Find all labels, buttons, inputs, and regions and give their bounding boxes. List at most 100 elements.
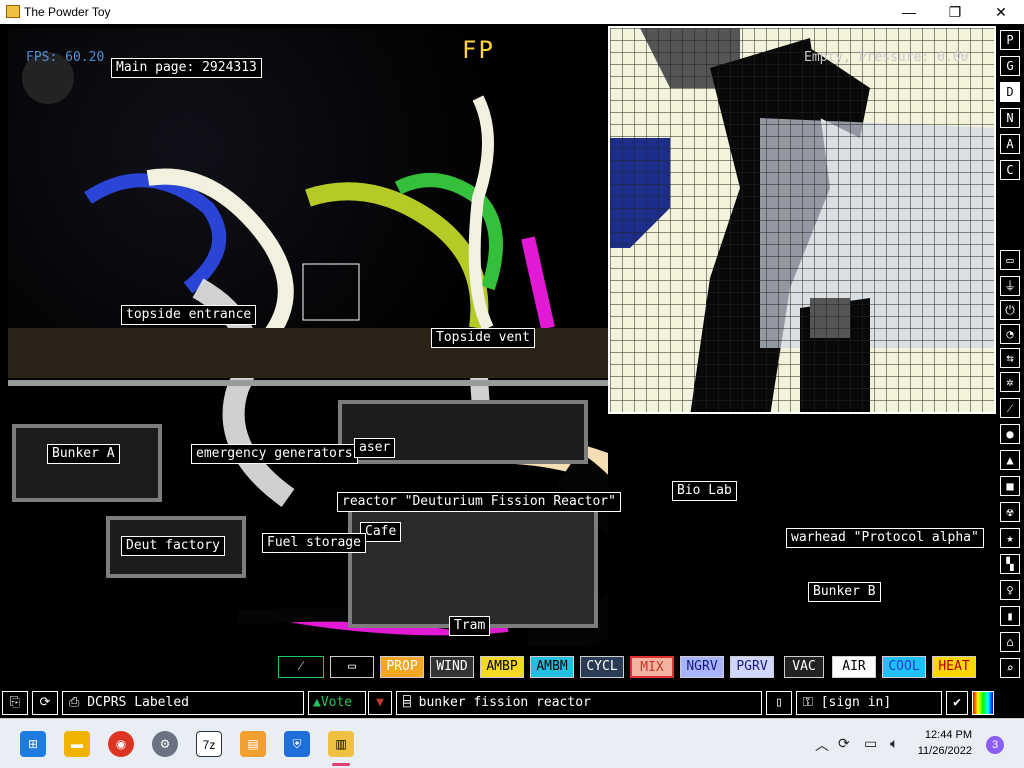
newtonian-mode-n-button[interactable]: N: [1000, 108, 1020, 128]
element-pgrv-button[interactable]: PGRV: [730, 656, 774, 678]
minimize-button[interactable]: —: [886, 0, 932, 24]
property-tool-icon[interactable]: ⁄: [278, 656, 324, 678]
gravity-mode-g-button[interactable]: G: [1000, 56, 1020, 76]
open-save-icon[interactable]: ⎘: [2, 691, 28, 715]
sign-main-page[interactable]: Main page: 2924313: [111, 58, 262, 78]
chrome-icon[interactable]: ◉: [108, 731, 134, 757]
sign-cafe[interactable]: Cafe: [360, 522, 402, 542]
element-mix-button[interactable]: MIX: [630, 656, 674, 678]
clock-date: 11/26/2022: [917, 745, 972, 757]
tag-icon: ⌸: [403, 695, 419, 710]
reload-icon[interactable]: ⟳: [32, 691, 58, 715]
sign-bunker-a[interactable]: Bunker A: [47, 444, 120, 464]
sign-topside-vent[interactable]: Topside vent: [431, 328, 535, 348]
zoom-pixels: [610, 28, 994, 412]
right-menu: P G D N A C ▭ ⏚ ⏻ ◔ ⇆ ✲ ⁄ ● ▲ ■ ☢ ★ ▚ ♀ …: [998, 28, 1024, 718]
file-explorer-icon[interactable]: ▬: [64, 731, 90, 757]
settings-check-icon[interactable]: ✔: [946, 691, 968, 715]
pause-mode-p-button[interactable]: P: [1000, 30, 1020, 50]
close-button[interactable]: ✕: [978, 0, 1024, 24]
bottom-bar: ⎘ ⟳ ⎙ DCPRS Labeled ▲Vote ▼ ⌸ bunker fis…: [0, 690, 1024, 716]
sign-tool-icon[interactable]: ▭: [330, 656, 374, 678]
photos-icon[interactable]: ▤: [240, 731, 266, 757]
sign-warhead[interactable]: warhead "Protocol alpha": [786, 528, 984, 548]
save-name-label: DCPRS Labeled: [87, 695, 189, 710]
volume-icon[interactable]: 🔈︎: [890, 735, 898, 752]
maximize-button[interactable]: ❐: [932, 0, 978, 24]
vote-up-button[interactable]: ▲Vote: [308, 691, 366, 715]
new-document-icon[interactable]: ▯: [766, 691, 792, 715]
solids-category-icon[interactable]: ■: [1000, 476, 1020, 496]
title-bar: The Powder Toy — ❐ ✕: [0, 0, 1024, 24]
explosives-category-icon[interactable]: ✲: [1000, 372, 1020, 392]
sign-in-label: [sign in]: [820, 695, 892, 710]
liquids-category-icon[interactable]: ●: [1000, 424, 1020, 444]
electronics-category-icon[interactable]: ▭: [1000, 250, 1020, 270]
sign-deut-factory[interactable]: Deut factory: [121, 536, 225, 556]
game-of-life-category-icon[interactable]: ▚: [1000, 554, 1020, 574]
clock-time: 12:44 PM: [924, 729, 972, 741]
favorites-category-icon[interactable]: ▮: [1000, 606, 1020, 626]
tools-category-icon[interactable]: ♀: [1000, 580, 1020, 600]
sign-topside-entrance[interactable]: topside entrance: [121, 305, 257, 325]
start-icon[interactable]: ⊞: [20, 731, 46, 757]
render-options-icon[interactable]: [972, 691, 994, 715]
network-icon[interactable]: ▭: [864, 735, 877, 752]
search-category-icon[interactable]: ⌕: [1000, 658, 1020, 678]
force-category-icon[interactable]: ⇆: [1000, 348, 1020, 368]
sign-emergency-generators[interactable]: emergency generators: [191, 444, 358, 464]
sign-in-button[interactable]: ⚿ [sign in]: [796, 691, 942, 715]
active-app-indicator: [332, 763, 350, 766]
radioactive-category-icon[interactable]: ☢: [1000, 502, 1020, 522]
hover-info: Empty, Pressure: 0.00: [804, 50, 969, 65]
element-heat-button[interactable]: HEAT: [932, 656, 976, 678]
sign-fuel-storage[interactable]: Fuel storage: [262, 533, 366, 553]
7zip-icon[interactable]: 7z: [196, 731, 222, 757]
power-category-icon[interactable]: ⏻: [1000, 300, 1020, 320]
sign-bunker-b[interactable]: Bunker B: [808, 582, 881, 602]
vote-label: Vote: [320, 695, 353, 710]
windows-taskbar: ⊞ ▬ ◉ ⚙ 7z ▤ ⛨ ▥ ︿ ⟳ ▭ 🔈︎ 12:44 PM 11/26…: [0, 718, 1024, 768]
display-mode-d-button[interactable]: D: [1000, 82, 1020, 102]
air-mode-a-button[interactable]: A: [1000, 134, 1020, 154]
show-hidden-icons-icon[interactable]: ︿: [815, 735, 829, 755]
clear-mode-c-button[interactable]: C: [1000, 160, 1020, 180]
sign-tram[interactable]: Tram: [449, 616, 491, 636]
settings-icon[interactable]: ⚙: [152, 731, 178, 757]
element-ambm-button[interactable]: AMBM: [530, 656, 574, 678]
save-icon: ⎙: [69, 695, 88, 710]
element-bar: ⁄ ▭ PROP WIND AMBP AMBM CYCL MIX NGRV PGRV VAC AI…: [0, 652, 1000, 684]
element-air-button[interactable]: AIR: [832, 656, 876, 678]
fps-counter: FPS: 60.20: [26, 50, 105, 65]
powder-toy-app-icon: [6, 5, 20, 18]
element-wind-button[interactable]: WIND: [430, 656, 474, 678]
app-window: The Powder Toy — ❐ ✕ FPS: 60.20 FP Main …: [0, 0, 1024, 768]
save-name-field[interactable]: ⎙ DCPRS Labeled: [62, 691, 304, 715]
notification-badge[interactable]: 3: [986, 736, 1004, 754]
element-ambp-button[interactable]: AMBP: [480, 656, 524, 678]
element-cycl-button[interactable]: CYCL: [580, 656, 624, 678]
element-prop-button[interactable]: PROP: [380, 656, 424, 678]
powered-category-icon[interactable]: ⏚: [1000, 276, 1020, 296]
sign-reactor[interactable]: reactor "Deuturium Fission Reactor": [337, 492, 621, 512]
system-clock[interactable]: 12:44 PM 11/26/2022: [916, 727, 972, 759]
element-ngrv-button[interactable]: NGRV: [680, 656, 724, 678]
vote-down-button[interactable]: ▼: [368, 691, 392, 715]
sign-bio-lab[interactable]: Bio Lab: [672, 481, 737, 501]
fp-logo: FP: [462, 36, 495, 64]
powder-toy-taskbar-icon[interactable]: ▥: [328, 731, 354, 757]
sensor-category-icon[interactable]: ◔: [1000, 324, 1020, 344]
gases-category-icon[interactable]: ⁄: [1000, 398, 1020, 418]
sync-icon[interactable]: ⟳: [838, 735, 850, 752]
ground-surface-line: [8, 380, 608, 386]
powders-category-icon[interactable]: ▲: [1000, 450, 1020, 470]
element-cool-button[interactable]: COOL: [882, 656, 926, 678]
defender-icon[interactable]: ⛨: [284, 731, 310, 757]
tags-field[interactable]: ⌸ bunker fission reactor: [396, 691, 762, 715]
special-category-icon[interactable]: ★: [1000, 528, 1020, 548]
window-title: The Powder Toy: [24, 5, 111, 19]
decoration-category-icon[interactable]: ⌂: [1000, 632, 1020, 652]
element-vac-button[interactable]: VAC: [784, 656, 824, 678]
upvote-icon: ▲: [313, 695, 321, 710]
sign-laser[interactable]: aser: [354, 438, 396, 458]
